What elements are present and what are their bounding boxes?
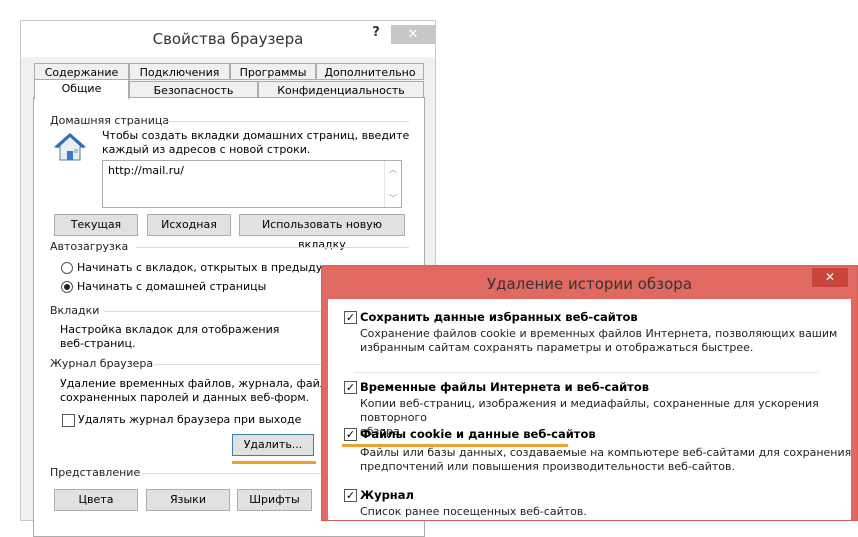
cookies-desc-line2: предпочтений или повышения производитель… <box>360 460 735 473</box>
preserve-desc-line2: избранным сайтам сохранять параметры и о… <box>360 341 754 354</box>
item-divider <box>354 372 819 373</box>
tab-programs[interactable]: Программы <box>230 63 316 80</box>
radio-restore-tabs[interactable] <box>61 262 73 274</box>
temp-desc-line1: Копии веб-страниц, изображения и медиафа… <box>360 397 819 424</box>
history-checkbox[interactable]: ✓ <box>344 489 357 502</box>
preserve-desc-line1: Сохранение файлов cookie и временных фай… <box>360 327 838 340</box>
tab-security[interactable]: Безопасность <box>129 81 258 98</box>
dialog-close-button[interactable]: ✕ <box>812 268 848 287</box>
languages-button[interactable]: Языки <box>146 489 230 511</box>
use-current-button[interactable]: Текущая <box>54 214 138 236</box>
history-title[interactable]: Журнал <box>360 488 414 502</box>
tabs-desc-line2: веб-страниц. <box>60 337 136 350</box>
close-button[interactable]: ✕ <box>391 25 435 44</box>
radio-home-page-label[interactable]: Начинать с домашней страницы <box>77 280 266 293</box>
delete-on-exit-label[interactable]: Удалять журнал браузера при выходе <box>78 413 301 426</box>
history-desc-line1: Удаление временных файлов, журнала, файл… <box>60 377 322 390</box>
history-description-item: Список ранее посещенных веб-сайтов. <box>360 505 587 518</box>
house-icon <box>54 132 86 162</box>
colors-button[interactable]: Цвета <box>54 489 138 511</box>
home-url-text: http://mail.ru/ <box>108 164 184 177</box>
delete-history-dialog: Удаление истории обзора ✕ ✓ Сохранить да… <box>321 265 858 521</box>
home-page-description: Чтобы создать вкладки домашних страниц, … <box>102 129 412 157</box>
scroll-up-icon[interactable]: ︿ <box>389 164 397 175</box>
group-divider <box>104 311 344 312</box>
dialog-title-bar: Удаление истории обзора ✕ <box>322 266 857 299</box>
cookies-checkbox[interactable]: ✓ <box>344 428 357 441</box>
preserve-favorites-title[interactable]: Сохранить данные избранных веб-сайтов <box>360 310 638 324</box>
use-new-tab-button[interactable]: Использовать новую вкладку <box>239 214 405 251</box>
group-divider <box>142 473 342 474</box>
tabs-group-label: Вкладки <box>50 304 100 317</box>
radio-home-page[interactable] <box>61 281 73 293</box>
cookies-title[interactable]: Файлы cookie и данные веб-сайтов <box>360 427 596 441</box>
group-divider <box>164 121 409 122</box>
textarea-scrollbar[interactable]: ︿ ﹀ <box>384 161 401 207</box>
cookies-desc-line1: Файлы или базы данных, создаваемые на ко… <box>360 446 852 459</box>
startup-group-label: Автозагрузка <box>50 240 129 253</box>
temp-files-checkbox[interactable]: ✓ <box>344 381 357 394</box>
tab-content[interactable]: Содержание <box>34 63 129 80</box>
help-button[interactable]: ? <box>361 25 391 45</box>
group-divider <box>136 247 409 248</box>
history-desc-line2: сохраненных паролей и данных веб-форм. <box>60 391 310 404</box>
use-default-button[interactable]: Исходная <box>147 214 231 236</box>
delete-button-highlight <box>232 461 316 464</box>
tab-general[interactable]: Общие <box>34 79 129 99</box>
tab-privacy[interactable]: Конфиденциальность <box>258 81 424 98</box>
tab-connections[interactable]: Подключения <box>129 63 230 80</box>
browsing-history-group-label: Журнал браузера <box>50 357 154 370</box>
appearance-group-label: Представление <box>50 466 141 479</box>
dialog-frame-left <box>322 299 328 520</box>
scroll-down-icon[interactable]: ﹀ <box>389 193 397 204</box>
group-divider <box>154 364 344 365</box>
home-page-urls-textarea[interactable]: http://mail.ru/ ︿ ﹀ <box>102 160 402 208</box>
title-bar: Свойства браузера ? ✕ <box>21 21 435 57</box>
tab-advanced[interactable]: Дополнительно <box>316 63 424 80</box>
fonts-button[interactable]: Шрифты <box>237 489 312 511</box>
tabs-description: Настройка вкладок для отображения веб-ст… <box>60 323 330 351</box>
temp-files-title[interactable]: Временные файлы Интернета и веб-сайтов <box>360 380 649 394</box>
cookies-description: Файлы или базы данных, создаваемые на ко… <box>360 446 851 474</box>
tabs-desc-line1: Настройка вкладок для отображения <box>60 323 280 336</box>
home-desc-line2: каждый из адресов с новой строки. <box>102 143 311 156</box>
preserve-favorites-description: Сохранение файлов cookie и временных фай… <box>360 327 837 355</box>
delete-history-button[interactable]: Удалить... <box>232 434 314 456</box>
delete-on-exit-checkbox[interactable] <box>62 414 75 427</box>
history-description: Удаление временных файлов, журнала, файл… <box>60 377 322 405</box>
home-page-group-label: Домашняя страница <box>50 114 170 127</box>
preserve-favorites-checkbox[interactable]: ✓ <box>344 311 357 324</box>
dialog-title: Удаление истории обзора <box>486 275 693 293</box>
home-desc-line1: Чтобы создать вкладки домашних страниц, … <box>102 129 410 142</box>
